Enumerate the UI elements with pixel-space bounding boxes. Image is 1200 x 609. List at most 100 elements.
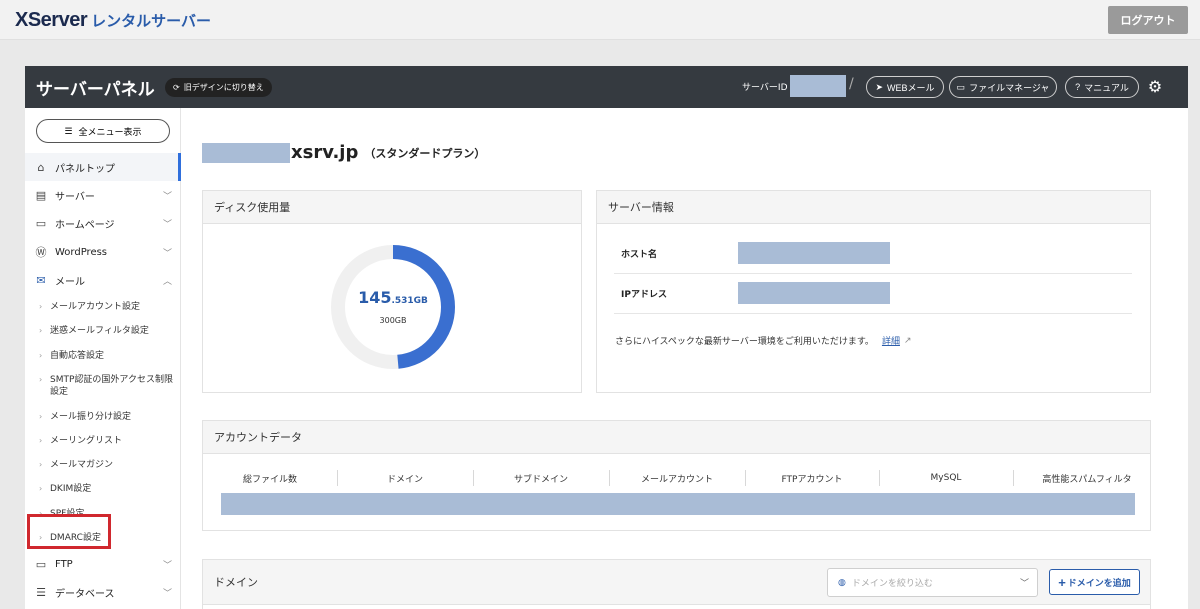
chevron-right-icon: › (39, 484, 43, 493)
chevron-right-icon: › (39, 351, 43, 360)
external-link-icon: ↗ (903, 335, 912, 346)
server-info-title: サーバー情報 (597, 191, 1150, 224)
header-separator: / (849, 76, 854, 92)
sidebar-item-label: データベース (55, 588, 115, 600)
add-domain-button[interactable]: + ドメインを追加 (1049, 569, 1140, 595)
wordpress-icon: Ⓦ (35, 246, 47, 259)
high-spec-note-text: さらにハイスペックな最新サーバー環境をご利用いただけます。 (615, 337, 874, 347)
plan-name: （スタンダードプラン） (364, 146, 486, 160)
xserver-logo[interactable]: XServer レンタルサーバー (15, 9, 211, 32)
chevron-down-icon: ﹀ (163, 248, 173, 259)
top-bar: XServer レンタルサーバー ログアウト (0, 0, 1200, 40)
active-indicator (178, 153, 181, 181)
sidebar-item-label: メール (55, 276, 85, 288)
question-icon: ? (1075, 82, 1081, 92)
sidebar-item-label: パネルトップ (55, 163, 115, 175)
manual-button[interactable]: ? マニュアル (1065, 76, 1139, 98)
home-icon: ⌂ (37, 160, 45, 174)
mail-icon: ✉ (36, 273, 46, 287)
col-total-files: 総ファイル数 (242, 474, 297, 485)
logo-main-text: XServer (15, 9, 88, 31)
subitem-label: メールマガジン (50, 460, 114, 470)
server-icon: ▤ (35, 188, 47, 202)
chevron-down-icon: ﹀ (1019, 579, 1029, 589)
disk-used-decimal: .531GB (391, 296, 428, 306)
subitem-label: メーリングリスト (50, 436, 123, 446)
account-data-values-masked (221, 493, 1135, 515)
host-name-label: ホスト名 (621, 250, 658, 260)
high-spec-note: さらにハイスペックな最新サーバー環境をご利用いただけます。 詳細 ↗ (615, 334, 912, 348)
chevron-down-icon: ﹀ (163, 191, 173, 202)
col-domain: ドメイン (386, 474, 423, 485)
domain-suffix: xsrv.jp (291, 142, 359, 163)
sidebar-item-label: サーバー (55, 191, 95, 203)
old-design-toggle[interactable]: ⟳ 旧デザインに切り替え (165, 78, 272, 97)
col-spam-filter: 高性能スパムフィルタ (1042, 474, 1132, 485)
col-mail-account: メールアカウント (640, 474, 713, 485)
account-data-card: アカウントデータ 総ファイル数 ドメイン サブドメイン メールアカウント FTP… (202, 420, 1151, 531)
panel-header: サーバーパネル ⟳ 旧デザインに切り替え サーバーID / ➤ WEBメール ▭… (25, 66, 1188, 108)
sidebar: ☰ 全メニュー表示 ⌂ パネルトップ ▤ サーバー ﹀ ▭ ホームページ ﹀ Ⓦ… (25, 108, 181, 609)
ip-address-value-masked (738, 282, 890, 304)
disk-usage-card: ディスク使用量 145.531GB 300GB (202, 190, 582, 393)
sidebar-item-homepage[interactable]: ▭ ホームページ ﹀ (25, 209, 181, 237)
file-manager-label: ファイルマネージャ (969, 82, 1050, 93)
sidebar-item-label: FTP (55, 558, 73, 570)
disk-total-value: 300GB (379, 316, 407, 325)
sidebar-item-server[interactable]: ▤ サーバー ﹀ (25, 181, 181, 209)
detail-link[interactable]: 詳細 (882, 334, 900, 347)
subitem-label: メール振り分け設定 (50, 412, 132, 422)
sidebar-item-ftp[interactable]: ▭ FTP ﹀ (25, 550, 181, 578)
all-menu-button[interactable]: ☰ 全メニュー表示 (36, 119, 170, 143)
server-id-value-masked (790, 75, 846, 97)
host-name-row: ホスト名 (614, 234, 1132, 274)
chevron-down-icon: ﹀ (163, 219, 173, 230)
panel-title: サーバーパネル (36, 80, 155, 100)
sidebar-item-mail[interactable]: ✉ メール ︿ (25, 266, 181, 294)
col-divider (1013, 470, 1014, 486)
disk-usage-title: ディスク使用量 (203, 191, 581, 224)
folder-icon: ▭ (956, 81, 966, 92)
hamburger-icon: ☰ (64, 125, 73, 136)
domain-filter-placeholder: ドメインを絞り込む (851, 579, 933, 589)
sidebar-item-wordpress[interactable]: Ⓦ WordPress ﹀ (25, 238, 181, 266)
subitem-label: 自動応答設定 (50, 351, 105, 361)
domain-card: ドメイン ◍ ドメインを絞り込む ﹀ + ドメインを追加 (202, 559, 1151, 609)
subitem-label: SMTP認証の国外アクセス制限設定 (50, 375, 173, 397)
page-title: xsrv.jp （スタンダードプラン） (202, 142, 485, 163)
webmail-button[interactable]: ➤ WEBメール (866, 76, 944, 98)
database-icon: ☰ (36, 585, 46, 599)
ip-address-row: IPアドレス (614, 274, 1132, 314)
webmail-label: WEBメール (887, 82, 935, 93)
chevron-right-icon: › (39, 326, 43, 335)
server-panel: サーバーパネル ⟳ 旧デザインに切り替え サーバーID / ➤ WEBメール ▭… (25, 66, 1188, 609)
server-info-card: サーバー情報 ホスト名 IPアドレス さらにハイスペックな最新サーバー環境をご利… (596, 190, 1151, 393)
file-manager-button[interactable]: ▭ ファイルマネージャ (949, 76, 1057, 98)
chevron-right-icon: › (39, 302, 43, 311)
col-mysql: MySQL (930, 473, 962, 483)
add-domain-label: ドメインを追加 (1067, 577, 1131, 588)
logout-button[interactable]: ログアウト (1108, 6, 1188, 34)
col-subdomain: サブドメイン (513, 474, 568, 485)
manual-label: マニュアル (1084, 82, 1129, 93)
plus-icon: + (1058, 574, 1066, 590)
refresh-icon: ⟳ (173, 83, 180, 92)
globe-icon: ◍ (838, 577, 846, 588)
sidebar-item-database[interactable]: ☰ データベース ﹀ (25, 578, 181, 606)
chevron-right-icon: › (39, 436, 43, 445)
sidebar-item-label: ホームページ (55, 219, 115, 231)
subitem-label: 迷惑メールフィルタ設定 (50, 326, 149, 336)
gear-icon[interactable]: ⚙ (1146, 77, 1164, 96)
logo-sub-text: レンタルサーバー (91, 12, 211, 30)
account-data-title: アカウントデータ (203, 421, 1150, 454)
sidebar-item-panel-top[interactable]: ⌂ パネルトップ (25, 153, 181, 181)
server-id-label: サーバーID (742, 83, 788, 93)
paper-plane-icon: ➤ (875, 81, 884, 92)
domain-filter-select[interactable]: ◍ ドメインを絞り込む ﹀ (827, 568, 1038, 597)
chevron-up-icon: ︿ (163, 276, 173, 287)
col-ftp-account: FTPアカウント (781, 474, 843, 485)
subitem-label: DKIM設定 (50, 484, 92, 494)
all-menu-label: 全メニュー表示 (78, 126, 142, 137)
ip-address-label: IPアドレス (621, 290, 667, 300)
disk-usage-donut: 145.531GB 300GB (328, 242, 458, 372)
